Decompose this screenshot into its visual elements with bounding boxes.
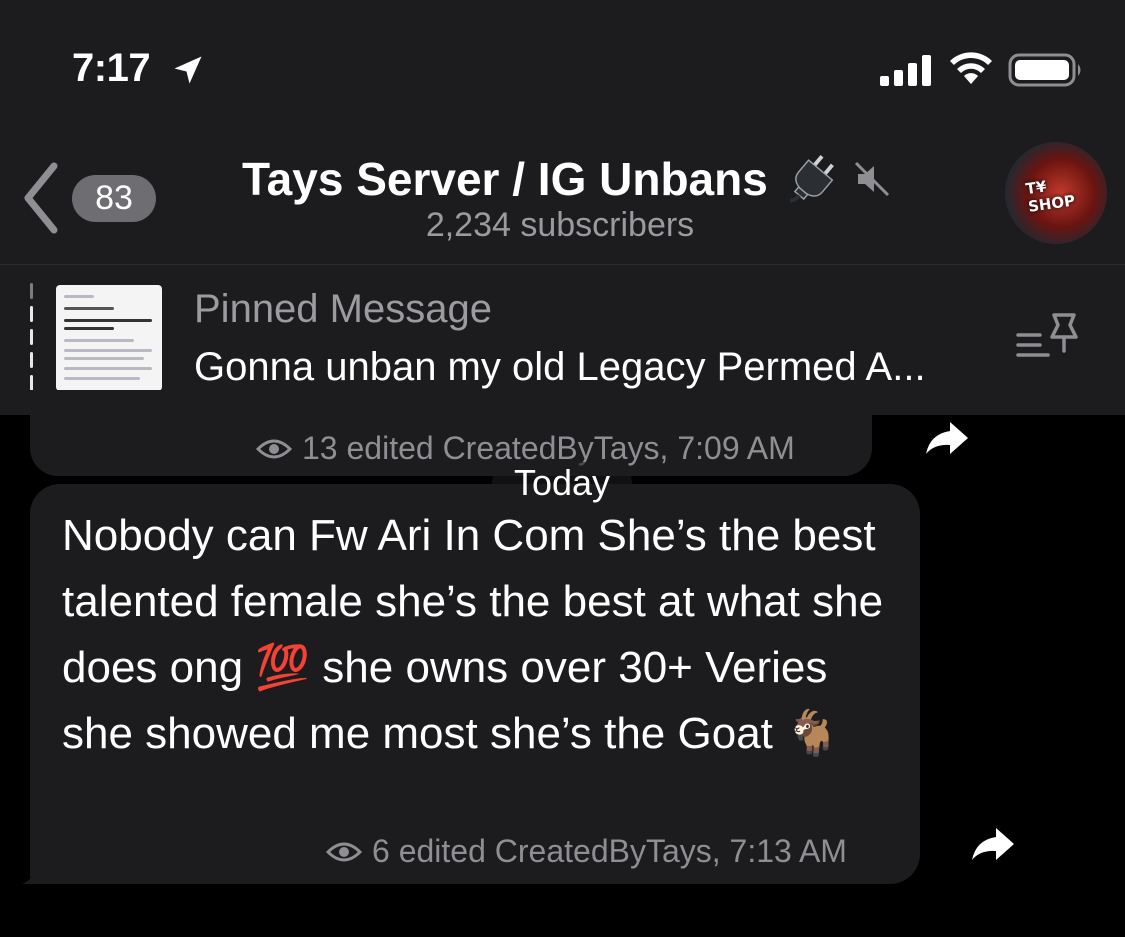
bubble-tail <box>22 850 54 884</box>
muted-icon <box>854 161 889 197</box>
signal-icon <box>880 55 931 86</box>
previous-view-count: 13 <box>302 430 338 466</box>
pinned-text: Gonna unban my old Legacy Permed A... <box>194 345 926 389</box>
subscriber-count: 2,234 subscribers <box>425 206 695 244</box>
location-arrow-icon <box>174 56 202 84</box>
hundred-points-emoji: 💯 <box>255 642 311 693</box>
status-time: 7:17 <box>72 46 151 90</box>
battery-icon <box>1008 53 1081 87</box>
eye-icon <box>256 439 292 458</box>
forward-arrow-icon[interactable] <box>970 824 1016 864</box>
pinned-indicator <box>30 283 36 395</box>
goat-emoji: 🐐 <box>785 708 840 759</box>
channel-avatar[interactable]: T¥ SHOP <box>1005 142 1107 244</box>
channel-title[interactable]: Tays Server / IG Unbans <box>242 148 892 210</box>
pin-list-icon[interactable] <box>1014 309 1082 365</box>
wifi-icon <box>950 52 992 84</box>
plug-icon <box>789 154 834 203</box>
pinned-thumbnail <box>56 285 162 391</box>
message-meta: 6 edited CreatedByTays, 7:13 AM <box>326 833 847 870</box>
view-count: 6 <box>372 833 390 869</box>
message-info: edited CreatedByTays, 7:13 AM <box>398 833 847 869</box>
forward-arrow-icon[interactable] <box>924 418 970 458</box>
message-text: Nobody can Fw Ari In Com She’s the best … <box>62 511 884 759</box>
channel-title-text: Tays Server / IG Unbans <box>242 153 768 205</box>
avatar-logo: T¥ SHOP <box>1024 177 1077 216</box>
eye-icon <box>326 842 362 861</box>
pinned-label: Pinned Message <box>194 287 492 331</box>
date-separator: Today <box>492 462 632 504</box>
top-bar: 7:17 83 Tays Server / IG Unbans 2,234 su… <box>0 0 1125 264</box>
